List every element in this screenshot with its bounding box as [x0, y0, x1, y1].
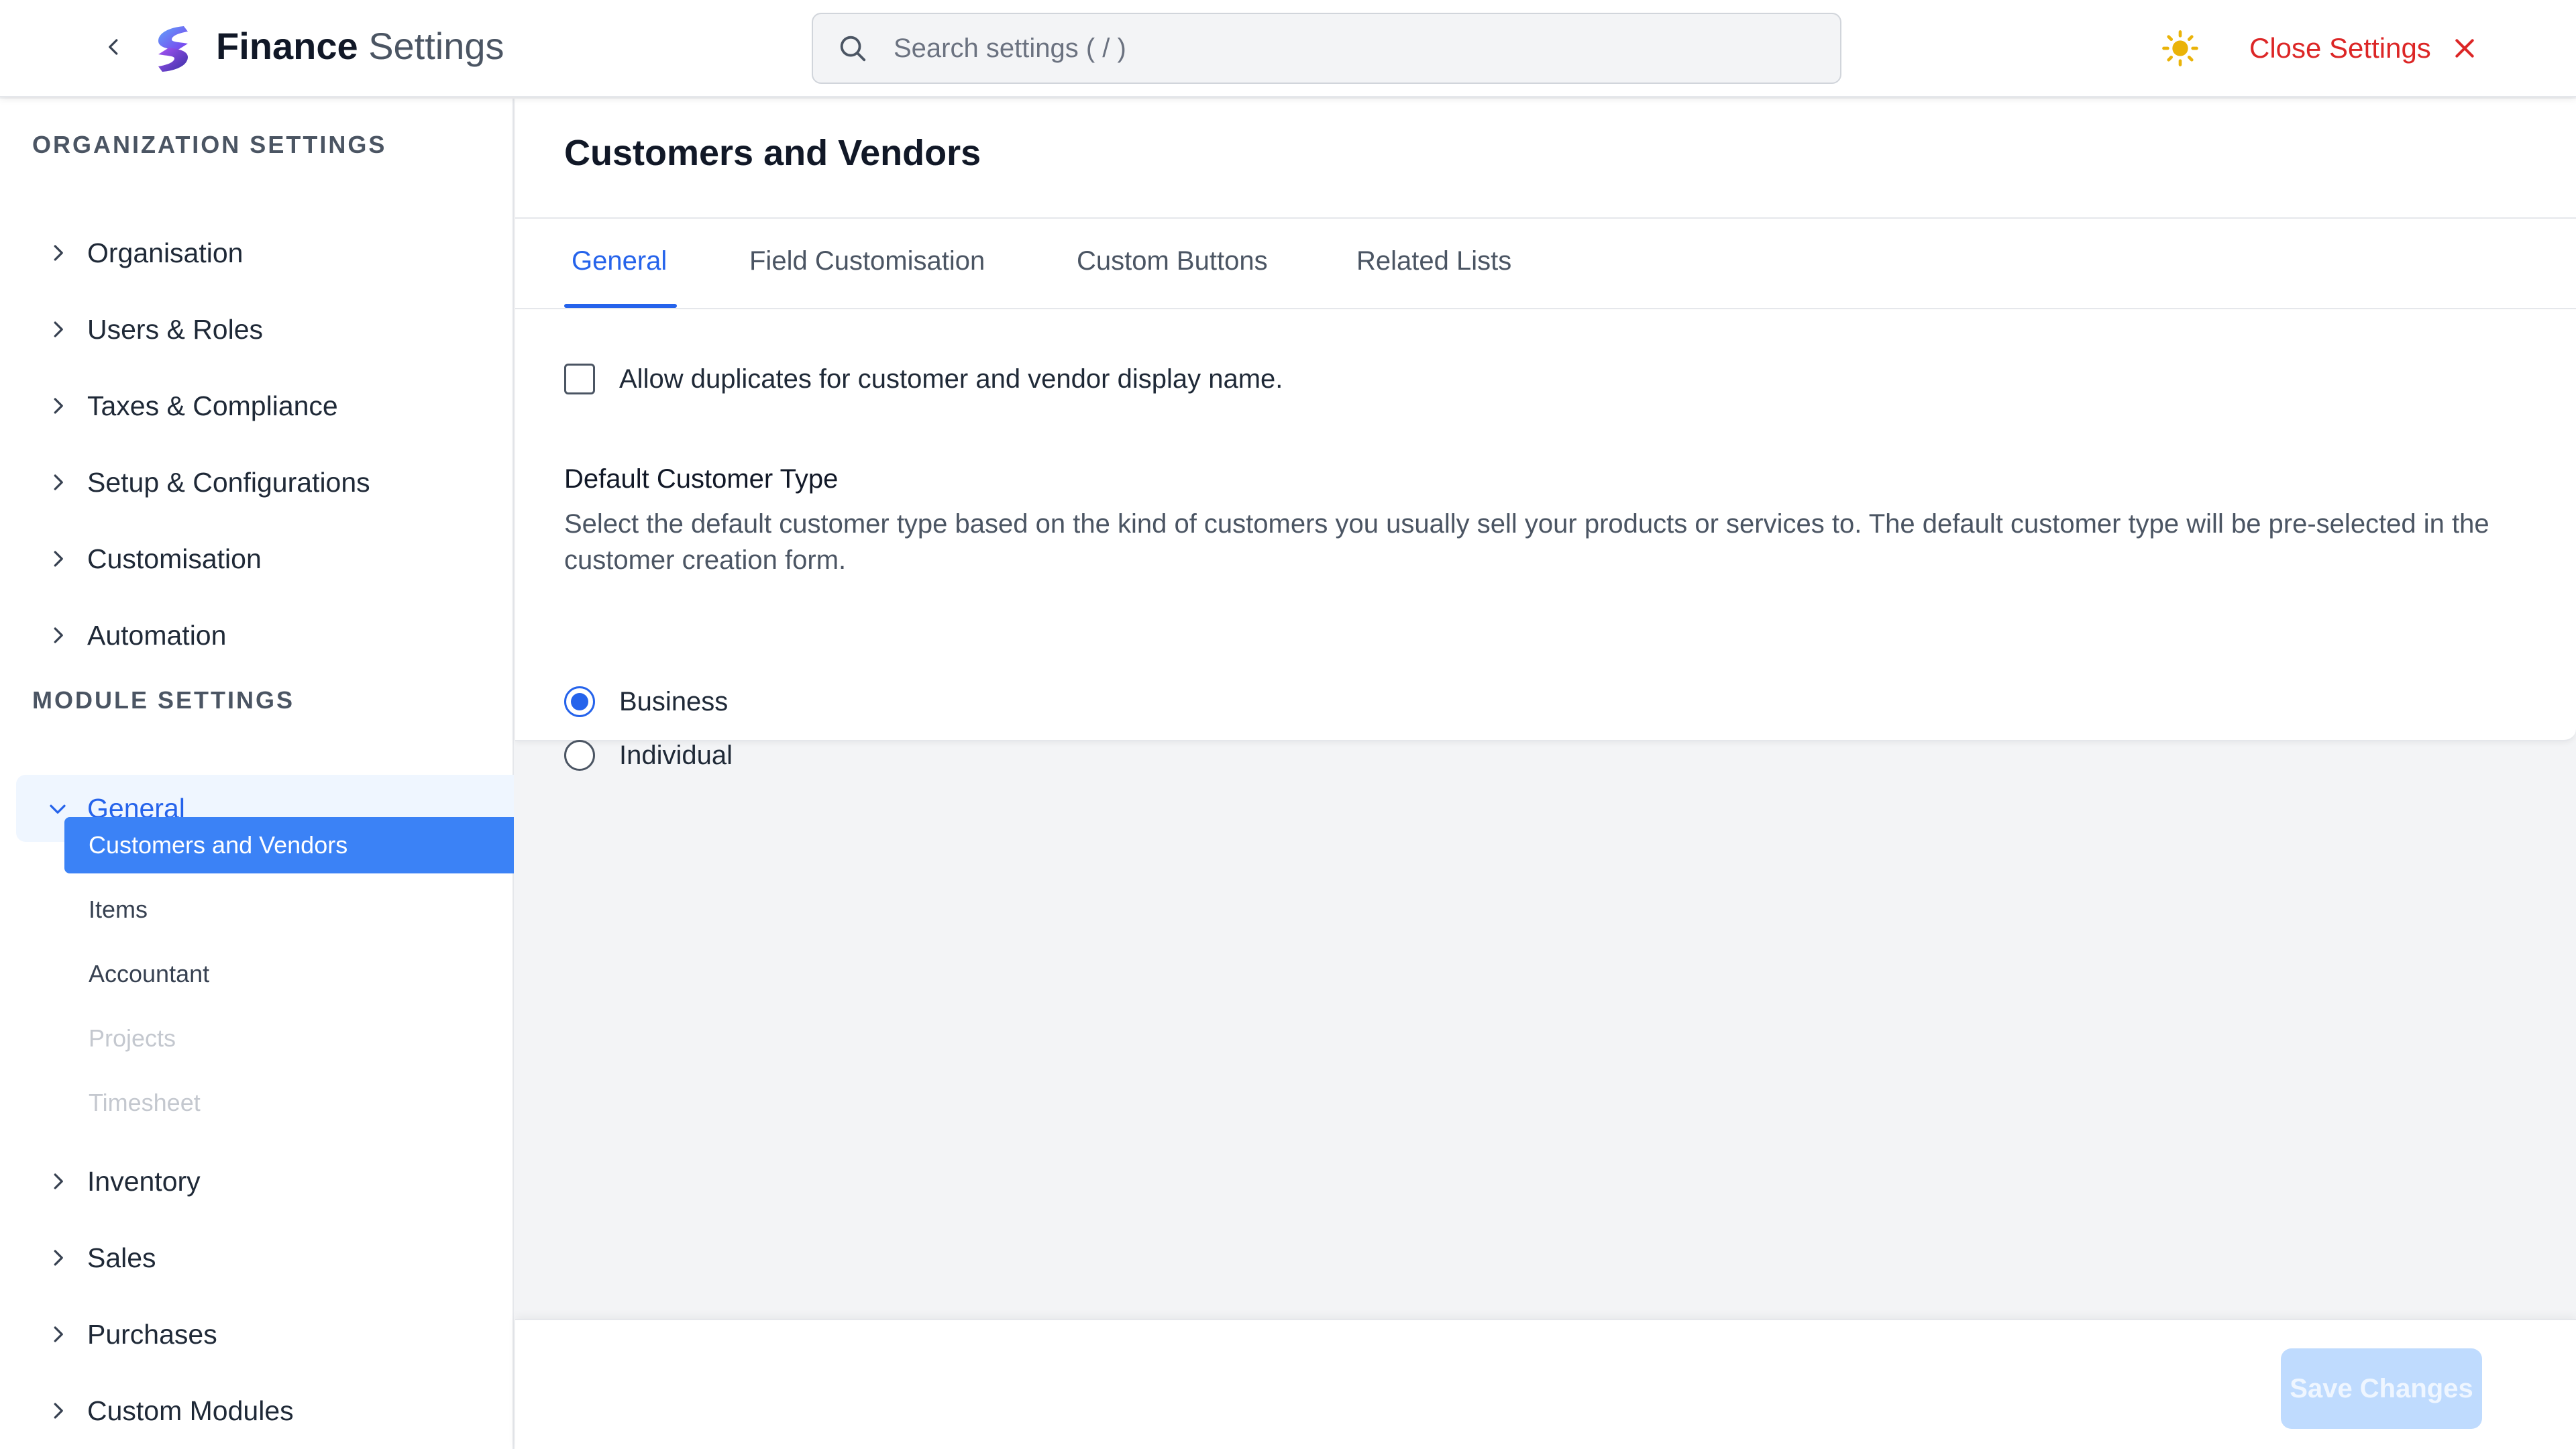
customer-type-individual-radio[interactable] [564, 740, 595, 771]
chevron-right-icon [44, 469, 71, 496]
sidebar-subitem-label: Accountant [89, 960, 210, 987]
tab-related-lists[interactable]: Related Lists [1356, 246, 1511, 276]
allow-duplicates-label: Allow duplicates for customer and vendor… [619, 364, 1283, 394]
back-button[interactable] [97, 30, 131, 64]
org-settings-heading: ORGANIZATION SETTINGS [32, 131, 387, 158]
sidebar-subitem-accountant[interactable]: Accountant [64, 946, 514, 1002]
sidebar-subitem-timesheet: Timesheet [64, 1075, 514, 1131]
tab-field-customisation[interactable]: Field Customisation [749, 246, 985, 276]
page-title: Customers and Vendors [564, 133, 981, 173]
sidebar-item-label: Inventory [87, 1165, 201, 1197]
allow-duplicates-checkbox[interactable] [564, 364, 595, 394]
sidebar-item-inventory[interactable]: Inventory [16, 1148, 514, 1215]
sidebar-item-customisation[interactable]: Customisation [16, 525, 514, 592]
tab-custom-buttons[interactable]: Custom Buttons [1077, 246, 1268, 276]
customer-type-business-radio[interactable] [564, 686, 595, 717]
sidebar-item-label: Setup & Configurations [87, 466, 370, 498]
search-box [812, 13, 1841, 84]
sidebar-item-label: Organisation [87, 237, 244, 268]
app-title-strong: Finance [216, 25, 358, 67]
top-header: Finance Settings Close Settings [0, 0, 2576, 97]
chevron-right-icon [44, 622, 71, 649]
app-title-light: Settings [368, 25, 504, 67]
default-customer-type-title: Default Customer Type [564, 464, 839, 494]
chevron-right-icon [44, 392, 71, 419]
sidebar-item-label: Users & Roles [87, 313, 264, 345]
close-settings-button[interactable]: Close Settings [2249, 28, 2478, 68]
sidebar-item-users-roles[interactable]: Users & Roles [16, 296, 514, 363]
customer-type-business-label: Business [619, 686, 729, 716]
sidebar-item-purchases[interactable]: Purchases [16, 1301, 514, 1368]
default-customer-type-description: Select the default customer type based o… [564, 509, 2489, 575]
close-settings-label: Close Settings [2249, 32, 2431, 64]
sidebar-item-label: Purchases [87, 1318, 217, 1350]
settings-sidebar: ORGANIZATION SETTINGS Organisation Users… [0, 99, 514, 1449]
module-settings-heading: MODULE SETTINGS [32, 686, 295, 714]
sidebar-item-custom-modules[interactable]: Custom Modules [16, 1377, 514, 1444]
footer-bar: Save Changes [515, 1319, 2576, 1449]
sidebar-item-label: Automation [87, 619, 227, 651]
save-changes-button[interactable]: Save Changes [2281, 1348, 2482, 1429]
sidebar-subitem-label: Customers and Vendors [89, 831, 348, 859]
search-input[interactable] [894, 33, 1766, 64]
customer-type-individual-label: Individual [619, 740, 733, 770]
sidebar-item-sales[interactable]: Sales [16, 1224, 514, 1291]
sidebar-subitem-customers-vendors[interactable]: Customers and Vendors [64, 817, 514, 873]
sidebar-subitem-label: Timesheet [89, 1089, 201, 1116]
sidebar-subitem-projects: Projects [64, 1010, 514, 1067]
search-icon [837, 32, 869, 64]
allow-duplicates-option[interactable]: Allow duplicates for customer and vendor… [564, 364, 1283, 394]
chevron-right-icon [44, 1321, 71, 1348]
sidebar-item-automation[interactable]: Automation [16, 602, 514, 669]
sidebar-subitem-label: Projects [89, 1024, 176, 1052]
customer-type-business-option[interactable]: Business [564, 686, 728, 717]
sidebar-subitem-label: Items [89, 896, 148, 923]
sidebar-item-setup-configurations[interactable]: Setup & Configurations [16, 449, 514, 516]
sidebar-item-label: Custom Modules [87, 1395, 294, 1426]
chevron-right-icon [44, 316, 71, 343]
chevron-left-icon [109, 39, 118, 55]
sidebar-subitem-items[interactable]: Items [64, 881, 514, 938]
sidebar-item-taxes-compliance[interactable]: Taxes & Compliance [16, 372, 514, 439]
divider [515, 217, 2576, 219]
sidebar-item-organisation[interactable]: Organisation [16, 219, 514, 286]
chevron-right-icon [44, 1168, 71, 1195]
close-icon [2455, 39, 2474, 58]
tab-general[interactable]: General [572, 246, 667, 276]
chevron-right-icon [44, 1244, 71, 1271]
chevron-right-icon [44, 239, 71, 266]
sidebar-item-label: Taxes & Compliance [87, 390, 338, 421]
chevron-right-icon [44, 1397, 71, 1424]
sidebar-item-label: Customisation [87, 543, 262, 574]
settings-panel: Customers and Vendors General Field Cust… [515, 99, 2576, 771]
sidebar-item-label: Sales [87, 1242, 156, 1273]
app-title: Finance Settings [216, 23, 504, 70]
divider [515, 308, 2576, 309]
app-logo-icon [158, 26, 188, 72]
chevron-right-icon [44, 545, 71, 572]
sun-icon[interactable] [2161, 30, 2199, 67]
customer-type-individual-option[interactable]: Individual [564, 740, 733, 771]
